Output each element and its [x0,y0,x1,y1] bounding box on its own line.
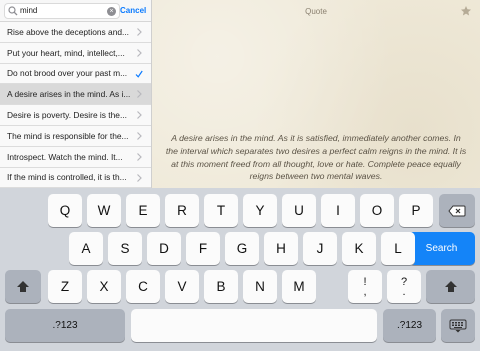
list-item[interactable]: Put your heart, mind, intellect,... [0,42,151,64]
key-l[interactable]: L [381,232,415,265]
shift-key-right[interactable] [426,270,475,303]
space-key[interactable] [131,309,377,342]
key-t[interactable]: T [204,194,238,227]
key-m[interactable]: M [282,270,316,303]
shift-icon [17,281,29,292]
key-question-period[interactable]: ? . [387,270,421,303]
results-list: Rise above the deceptions and... Put your… [0,22,151,188]
list-item-label: The mind is responsible for the... [7,130,129,141]
nav-title: Quote [305,6,327,16]
backspace-key[interactable] [439,194,475,227]
cancel-button[interactable]: Cancel [120,6,147,15]
key-r[interactable]: R [165,194,199,227]
search-results-pane: × Cancel Rise above the deceptions and..… [0,0,152,188]
key-n[interactable]: N [243,270,277,303]
key-p[interactable]: P [399,194,433,227]
key-c[interactable]: C [126,270,160,303]
key-e[interactable]: E [126,194,160,227]
quote-text: A desire arises in the mind. As it is sa… [165,133,467,182]
numbers-key-left[interactable]: .?123 [5,309,125,342]
key-a[interactable]: A [69,232,103,265]
key-i[interactable]: I [321,194,355,227]
clear-icon[interactable]: × [107,6,116,16]
list-item[interactable]: Do not brood over your past m... [0,63,151,85]
chevron-right-icon [137,152,142,161]
list-item[interactable]: Desire is poverty. Desire is the... [0,105,151,126]
star-icon[interactable] [460,5,472,17]
dismiss-keyboard-key[interactable] [441,309,475,342]
quote-nav-bar: Quote [152,0,480,22]
list-item[interactable]: Rise above the deceptions and... [0,22,151,43]
key-f[interactable]: F [186,232,220,265]
chevron-right-icon [137,90,142,99]
key-w[interactable]: W [87,194,121,227]
search-key[interactable]: Search [408,232,475,265]
list-item-label: Desire is poverty. Desire is the... [7,110,127,121]
punct-bottom: , [363,285,367,298]
key-z[interactable]: Z [48,270,82,303]
list-item-label: Rise above the deceptions and... [7,26,129,37]
search-field[interactable]: × [4,2,120,19]
list-item[interactable]: Introspect. Watch the mind. It... [0,146,151,168]
key-exclaim-comma[interactable]: ! , [348,270,382,303]
key-j[interactable]: J [303,232,337,265]
list-item-label: Do not brood over your past m... [7,68,128,79]
key-k[interactable]: K [342,232,376,265]
key-y[interactable]: Y [243,194,277,227]
key-o[interactable]: O [360,194,394,227]
chevron-right-icon [137,173,142,182]
chevron-right-icon [137,28,142,36]
list-item-label: A desire arises in the mind. As i... [7,89,131,100]
search-input[interactable] [20,3,106,18]
punct-bottom: . [402,285,406,298]
key-u[interactable]: U [282,194,316,227]
list-item[interactable]: The mind is responsible for the... [0,125,151,147]
numbers-key-right[interactable]: .?123 [383,309,436,342]
key-q[interactable]: Q [48,194,82,227]
quote-pane: Quote A desire arises in the mind. As it… [152,0,480,188]
key-x[interactable]: X [87,270,121,303]
key-h[interactable]: H [264,232,298,265]
search-icon [8,5,18,15]
key-v[interactable]: V [165,270,199,303]
chevron-right-icon [137,111,142,120]
list-item[interactable]: A desire arises in the mind. As i... [0,84,151,106]
keyboard: Search ! , ? . .?123 .?123 QWERTYUIOP ASD [0,188,480,351]
list-item-label: Put your heart, mind, intellect,... [7,47,125,58]
chevron-right-icon [137,132,142,140]
backspace-icon [448,205,466,216]
punct-top: ! [363,275,367,288]
shift-key-left[interactable] [5,270,41,303]
keyboard-dismiss-icon [449,319,467,332]
key-g[interactable]: G [225,232,259,265]
shift-icon [444,281,457,292]
punct-top: ? [400,275,408,288]
key-s[interactable]: S [108,232,142,265]
key-d[interactable]: D [147,232,181,265]
list-item-label: Introspect. Watch the mind. It... [7,151,123,162]
key-b[interactable]: B [204,270,238,303]
list-item-label: If the mind is controlled, it is th... [7,172,127,183]
chevron-right-icon [137,48,142,57]
list-item[interactable]: If the mind is controlled, it is th... [0,167,151,188]
checkmark-icon [135,70,143,78]
search-bar: × Cancel [0,0,151,22]
